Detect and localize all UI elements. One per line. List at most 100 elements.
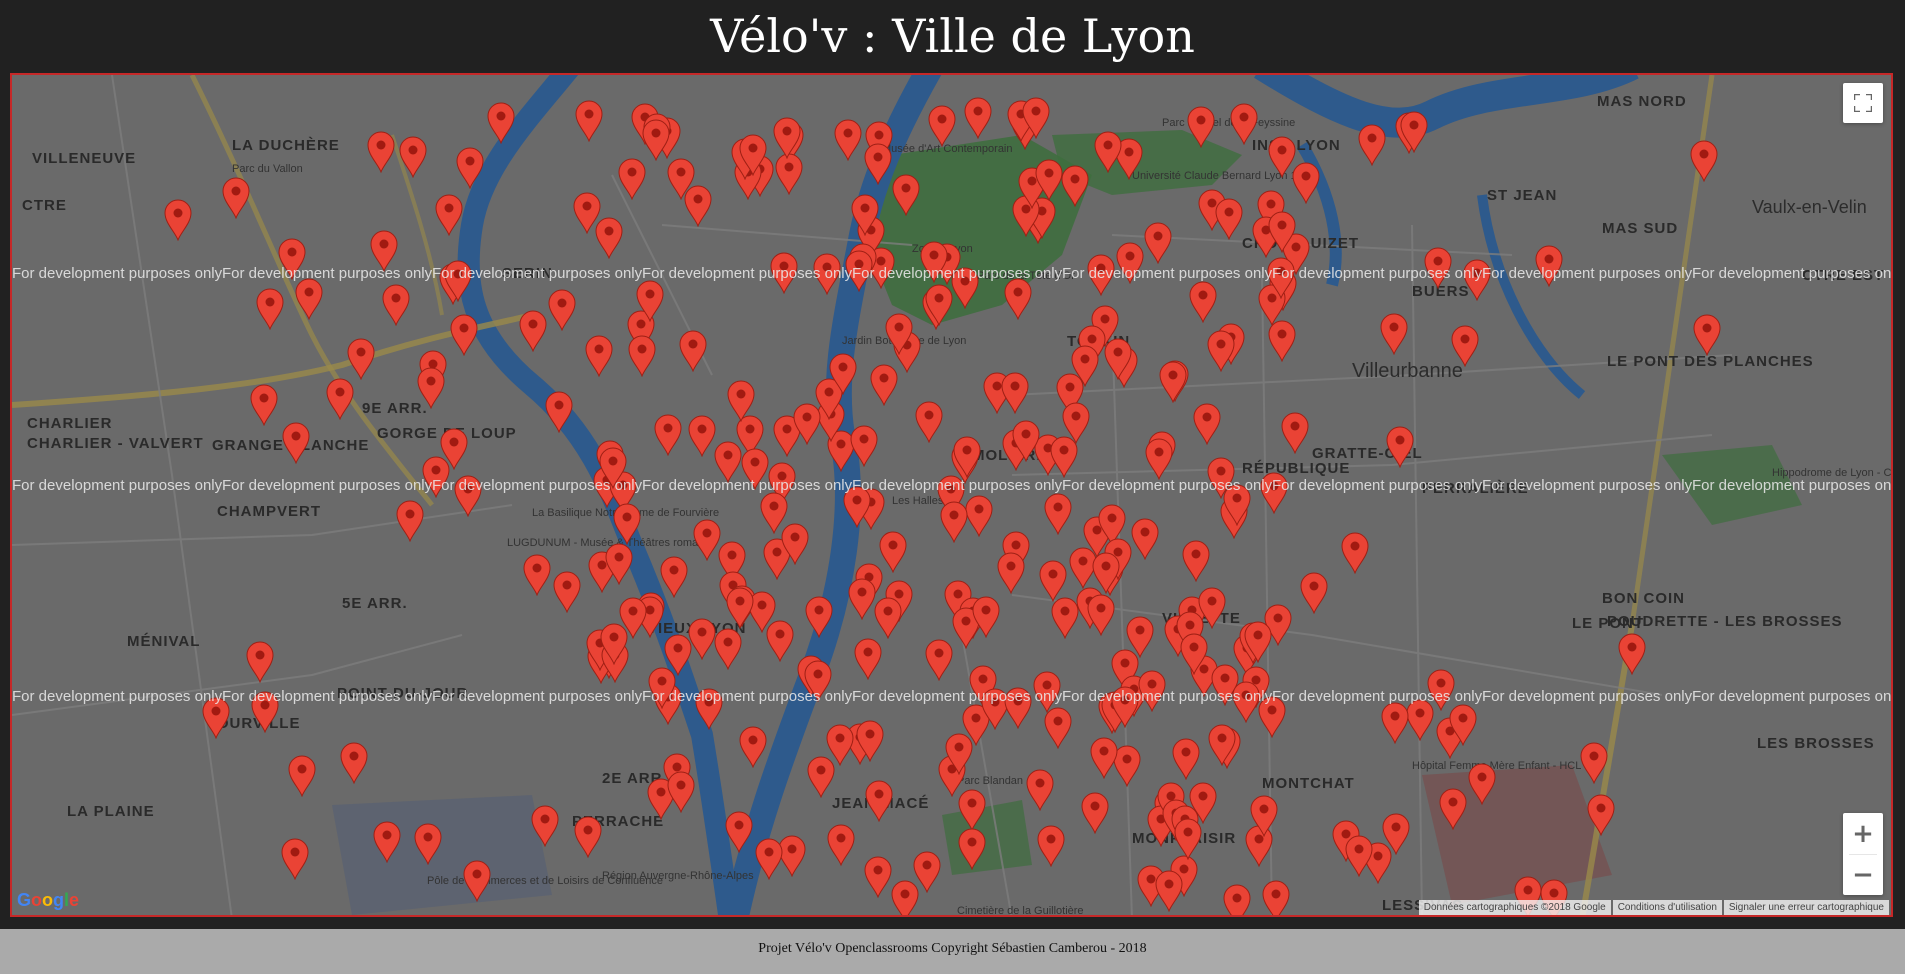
station-marker[interactable] bbox=[281, 838, 309, 880]
station-marker[interactable] bbox=[1262, 880, 1290, 915]
station-marker[interactable] bbox=[1193, 403, 1221, 445]
station-marker[interactable] bbox=[1126, 616, 1154, 658]
station-marker[interactable] bbox=[850, 425, 878, 467]
station-marker[interactable] bbox=[1159, 361, 1187, 403]
station-marker[interactable] bbox=[940, 501, 968, 543]
station-marker[interactable] bbox=[1693, 314, 1721, 356]
station-marker[interactable] bbox=[613, 503, 641, 545]
station-marker[interactable] bbox=[1690, 140, 1718, 182]
station-marker[interactable] bbox=[1268, 136, 1296, 178]
station-marker[interactable] bbox=[414, 823, 442, 865]
station-marker[interactable] bbox=[945, 733, 973, 775]
station-marker[interactable] bbox=[739, 134, 767, 176]
station-marker[interactable] bbox=[997, 552, 1025, 594]
station-marker[interactable] bbox=[773, 117, 801, 159]
station-marker[interactable] bbox=[766, 620, 794, 662]
station-marker[interactable] bbox=[326, 378, 354, 420]
station-marker[interactable] bbox=[727, 380, 755, 422]
station-marker[interactable] bbox=[605, 543, 633, 585]
station-marker[interactable] bbox=[1580, 742, 1608, 784]
fullscreen-button[interactable] bbox=[1843, 83, 1883, 123]
station-marker[interactable] bbox=[382, 284, 410, 326]
station-marker[interactable] bbox=[688, 618, 716, 660]
station-marker[interactable] bbox=[1187, 106, 1215, 148]
station-marker[interactable] bbox=[725, 811, 753, 853]
station-marker[interactable] bbox=[805, 596, 833, 638]
station-marker[interactable] bbox=[548, 289, 576, 331]
station-marker[interactable] bbox=[714, 628, 742, 670]
station-marker[interactable] bbox=[848, 578, 876, 620]
station-marker[interactable] bbox=[1215, 198, 1243, 240]
station-marker[interactable] bbox=[1300, 572, 1328, 614]
zoom-out-button[interactable]: − bbox=[1843, 854, 1883, 895]
station-marker[interactable] bbox=[1618, 633, 1646, 675]
station-marker[interactable] bbox=[1081, 792, 1109, 834]
station-marker[interactable] bbox=[865, 780, 893, 822]
station-marker[interactable] bbox=[531, 805, 559, 847]
station-marker[interactable] bbox=[519, 310, 547, 352]
station-marker[interactable] bbox=[396, 500, 424, 542]
station-marker[interactable] bbox=[373, 821, 401, 863]
station-marker[interactable] bbox=[854, 638, 882, 680]
station-marker[interactable] bbox=[1001, 372, 1029, 414]
station-marker[interactable] bbox=[1208, 724, 1236, 766]
station-marker[interactable] bbox=[1174, 818, 1202, 860]
station-marker[interactable] bbox=[775, 153, 803, 195]
station-marker[interactable] bbox=[684, 185, 712, 227]
station-marker[interactable] bbox=[726, 587, 754, 629]
station-marker[interactable] bbox=[1207, 330, 1235, 372]
station-marker[interactable] bbox=[964, 97, 992, 139]
terms-link[interactable]: Conditions d'utilisation bbox=[1612, 900, 1722, 915]
station-marker[interactable] bbox=[1244, 621, 1272, 663]
station-marker[interactable] bbox=[892, 174, 920, 216]
station-marker[interactable] bbox=[636, 280, 664, 322]
station-marker[interactable] bbox=[654, 414, 682, 456]
station-marker[interactable] bbox=[440, 428, 468, 470]
station-marker[interactable] bbox=[1022, 97, 1050, 139]
station-marker[interactable] bbox=[928, 105, 956, 147]
google-logo[interactable]: Google bbox=[17, 890, 79, 911]
station-marker[interactable] bbox=[1268, 211, 1296, 253]
station-marker[interactable] bbox=[1035, 159, 1063, 201]
station-marker[interactable] bbox=[834, 119, 862, 161]
station-marker[interactable] bbox=[913, 851, 941, 893]
station-marker[interactable] bbox=[1071, 345, 1099, 387]
station-marker[interactable] bbox=[829, 353, 857, 395]
station-marker[interactable] bbox=[545, 391, 573, 433]
station-marker[interactable] bbox=[1155, 870, 1183, 912]
station-marker[interactable] bbox=[340, 742, 368, 784]
station-marker[interactable] bbox=[417, 367, 445, 409]
report-error-link[interactable]: Signaler une erreur cartographique bbox=[1723, 900, 1889, 915]
station-marker[interactable] bbox=[1145, 438, 1173, 480]
station-marker[interactable] bbox=[450, 314, 478, 356]
station-marker[interactable] bbox=[1044, 707, 1072, 749]
station-marker[interactable] bbox=[295, 278, 323, 320]
station-marker[interactable] bbox=[972, 596, 1000, 638]
station-marker[interactable] bbox=[1037, 825, 1065, 867]
station-marker[interactable] bbox=[1223, 884, 1251, 915]
station-marker[interactable] bbox=[595, 217, 623, 259]
station-marker[interactable] bbox=[885, 313, 913, 355]
station-marker[interactable] bbox=[760, 492, 788, 534]
station-marker[interactable] bbox=[1092, 552, 1120, 594]
station-marker[interactable] bbox=[1061, 165, 1089, 207]
station-marker[interactable] bbox=[553, 571, 581, 613]
station-marker[interactable] bbox=[667, 771, 695, 813]
station-marker[interactable] bbox=[1250, 795, 1278, 837]
station-marker[interactable] bbox=[585, 335, 613, 377]
station-marker[interactable] bbox=[1180, 633, 1208, 675]
station-marker[interactable] bbox=[1268, 320, 1296, 362]
station-marker[interactable] bbox=[523, 554, 551, 596]
station-marker[interactable] bbox=[958, 828, 986, 870]
station-marker[interactable] bbox=[574, 816, 602, 858]
station-marker[interactable] bbox=[739, 726, 767, 768]
station-marker[interactable] bbox=[958, 789, 986, 831]
station-marker[interactable] bbox=[256, 288, 284, 330]
station-marker[interactable] bbox=[618, 158, 646, 200]
station-marker[interactable] bbox=[250, 384, 278, 426]
station-marker[interactable] bbox=[1131, 518, 1159, 560]
station-marker[interactable] bbox=[1087, 594, 1115, 636]
station-marker[interactable] bbox=[953, 436, 981, 478]
station-marker[interactable] bbox=[660, 556, 688, 598]
station-marker[interactable] bbox=[642, 119, 670, 161]
